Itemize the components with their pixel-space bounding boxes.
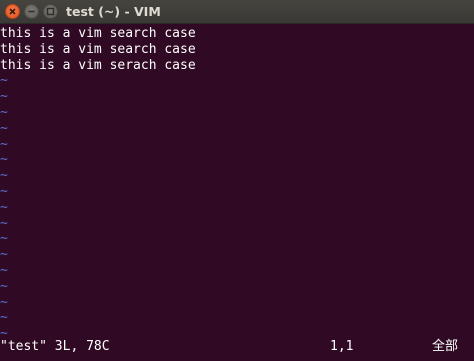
minimize-icon: [28, 10, 35, 13]
buffer-line-1[interactable]: this is a vim search case: [0, 26, 196, 42]
empty-line-marker: ~: [0, 152, 8, 168]
empty-line-marker: ~: [0, 294, 8, 310]
buffer-line-2[interactable]: this is a vim search case: [0, 42, 196, 58]
status-file-info: "test" 3L, 78C: [0, 339, 110, 354]
status-scroll-position: 全部: [432, 339, 459, 354]
empty-line-marker: ~: [0, 310, 8, 326]
empty-line-marker: ~: [0, 199, 8, 215]
empty-line-marker: ~: [0, 89, 8, 105]
empty-line-marker: ~: [0, 231, 8, 247]
empty-line-marker: ~: [0, 105, 8, 120]
vim-editor-area[interactable]: this is a vim search case this is a vim …: [0, 26, 474, 361]
empty-line-marker: ~: [0, 136, 8, 152]
close-button[interactable]: [5, 4, 20, 19]
maximize-button[interactable]: [43, 4, 58, 19]
buffer-line-3[interactable]: this is a vim serach case: [0, 58, 196, 74]
empty-line-marker: ~: [0, 247, 8, 263]
empty-line-marker: ~: [0, 184, 8, 199]
empty-line-marker: ~: [0, 278, 8, 294]
empty-line-marker: ~: [0, 263, 8, 278]
empty-line-marker: ~: [0, 120, 8, 136]
status-cursor-position: 1,1: [330, 339, 354, 354]
close-icon: [9, 8, 16, 15]
empty-line-marker: ~: [0, 73, 8, 89]
vim-window: test (~) - VIM this is a vim search case…: [0, 0, 474, 361]
empty-line-marker: ~: [0, 168, 8, 184]
minimize-button[interactable]: [24, 4, 39, 19]
maximize-icon: [46, 7, 55, 16]
empty-line-marker: ~: [0, 215, 8, 231]
window-title: test (~) - VIM: [66, 4, 161, 19]
title-bar[interactable]: test (~) - VIM: [0, 0, 474, 24]
